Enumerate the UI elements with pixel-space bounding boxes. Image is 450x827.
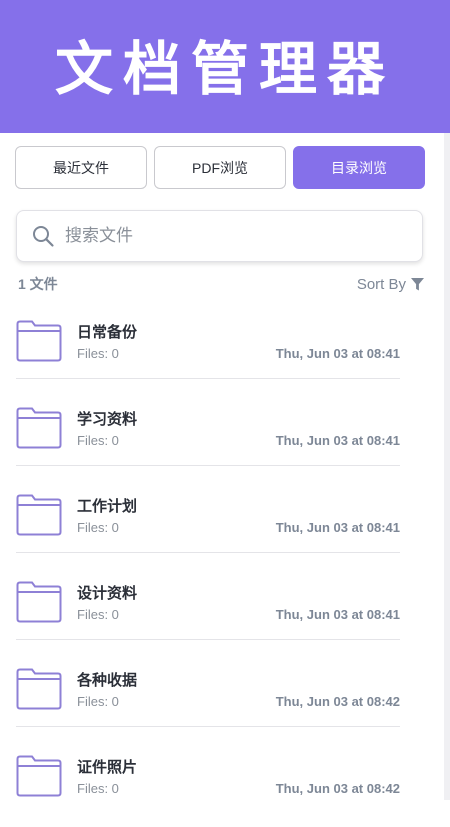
- search-input[interactable]: [63, 225, 387, 247]
- tab-directory-browse[interactable]: 目录浏览: [293, 146, 425, 189]
- folder-name: 设计资料: [77, 585, 138, 602]
- folder-icon: [16, 320, 62, 362]
- folder-icon: [16, 581, 62, 623]
- folder-icon: [16, 668, 62, 710]
- app-title: 文档管理器: [54, 34, 395, 103]
- filter-icon: [411, 277, 424, 290]
- divider: [16, 726, 400, 727]
- divider: [16, 465, 400, 466]
- tab-bar: 最近文件 PDF浏览 目录浏览: [15, 146, 425, 189]
- divider: [16, 552, 400, 553]
- folder-file-count: Files: 0: [77, 520, 119, 535]
- sort-by-button[interactable]: Sort By: [357, 276, 424, 293]
- folder-file-count: Files: 0: [77, 607, 119, 622]
- search-bar: [16, 210, 423, 262]
- folder-date: Thu, Jun 03 at 08:41: [275, 433, 400, 448]
- search-icon: [33, 226, 54, 247]
- folder-name: 日常备份: [77, 324, 138, 341]
- list-item[interactable]: 日常备份 Files: 0 Thu, Jun 03 at 08:41: [0, 305, 444, 392]
- divider: [16, 639, 400, 640]
- folder-date: Thu, Jun 03 at 08:41: [275, 607, 400, 622]
- list-meta: 1 文件 Sort By: [18, 274, 424, 294]
- file-count: 1 文件: [18, 276, 58, 292]
- folder-name: 证件照片: [77, 759, 138, 776]
- folder-date: Thu, Jun 03 at 08:41: [275, 520, 400, 535]
- folder-file-count: Files: 0: [77, 433, 119, 448]
- list-item[interactable]: 各种收据 Files: 0 Thu, Jun 03 at 08:42: [0, 653, 444, 740]
- folder-icon: [16, 755, 62, 797]
- tab-pdf-browse[interactable]: PDF浏览: [154, 146, 286, 189]
- folder-date: Thu, Jun 03 at 08:42: [275, 781, 400, 796]
- folder-name: 工作计划: [77, 498, 138, 515]
- folder-icon: [16, 407, 62, 449]
- folder-file-count: Files: 0: [77, 694, 119, 709]
- divider: [16, 378, 400, 379]
- folder-date: Thu, Jun 03 at 08:41: [275, 346, 400, 361]
- folder-file-count: Files: 0: [77, 346, 119, 361]
- folder-date: Thu, Jun 03 at 08:42: [275, 694, 400, 709]
- folder-name: 各种收据: [77, 672, 138, 689]
- folder-icon: [16, 494, 62, 536]
- list-item[interactable]: 证件照片 Files: 0 Thu, Jun 03 at 08:42: [0, 740, 444, 827]
- list-item[interactable]: 设计资料 Files: 0 Thu, Jun 03 at 08:41: [0, 566, 444, 653]
- folder-list: 日常备份 Files: 0 Thu, Jun 03 at 08:41 学习资料 …: [0, 305, 444, 827]
- tab-recent-files[interactable]: 最近文件: [15, 146, 147, 189]
- list-item[interactable]: 工作计划 Files: 0 Thu, Jun 03 at 08:41: [0, 479, 444, 566]
- app-header: 文档管理器: [0, 0, 450, 133]
- folder-name: 学习资料: [77, 411, 138, 428]
- scrollbar[interactable]: [444, 133, 450, 800]
- folder-file-count: Files: 0: [77, 781, 119, 796]
- list-item[interactable]: 学习资料 Files: 0 Thu, Jun 03 at 08:41: [0, 392, 444, 479]
- sort-by-label: Sort By: [356, 275, 406, 293]
